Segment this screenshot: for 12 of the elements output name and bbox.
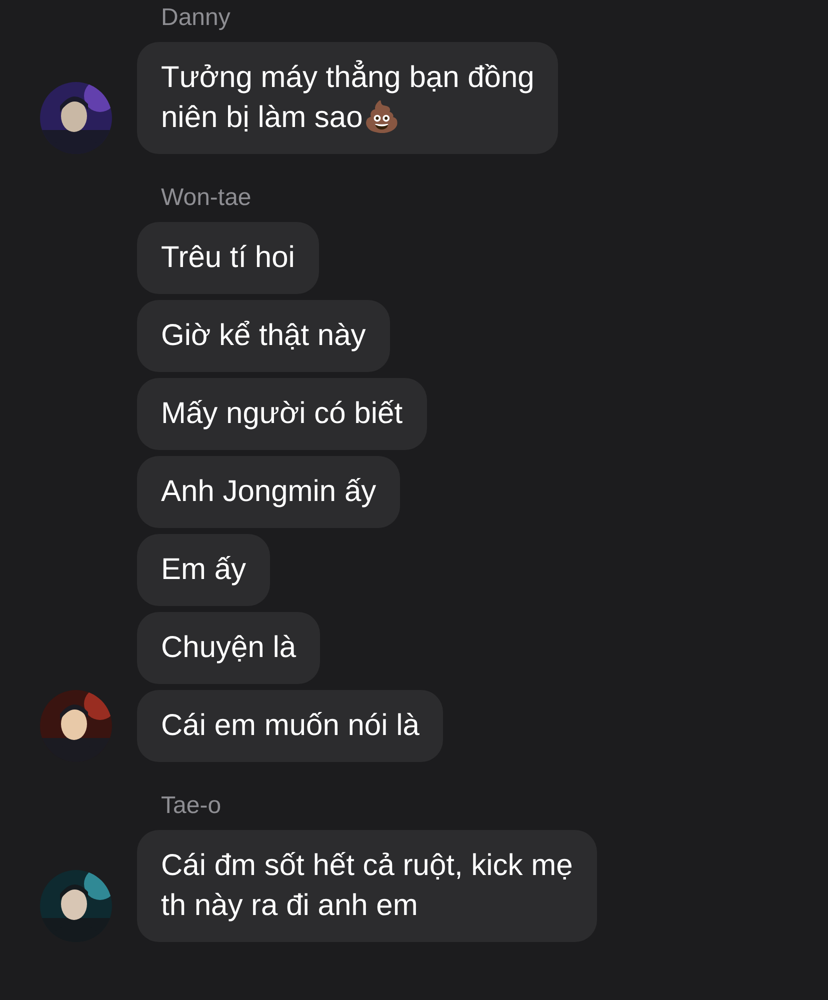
message-bubble: Mấy người có biết [137, 378, 427, 450]
sender-name: Won-tae [161, 184, 252, 212]
message-bubble: Cái em muốn nói là [137, 690, 444, 762]
message-bubble: Chuyện là [137, 612, 320, 684]
message-bubble: Anh Jongmin ấy [137, 456, 400, 528]
sender-name: Tae-o [161, 792, 222, 820]
sender-name: Danny [161, 4, 232, 32]
message-bubble: Trêu tí hoi [137, 222, 319, 294]
message-bubble: Cái đm sốt hết cả ruột, kick mẹ th này ra đi anh em [137, 830, 597, 942]
message-bubble: Em ấy [137, 534, 270, 606]
message-bubble: Tưởng máy thẳng bạn đồng niên bị làm sao💩 [137, 42, 558, 154]
message-bubble: Giờ kể thật này [137, 300, 390, 372]
